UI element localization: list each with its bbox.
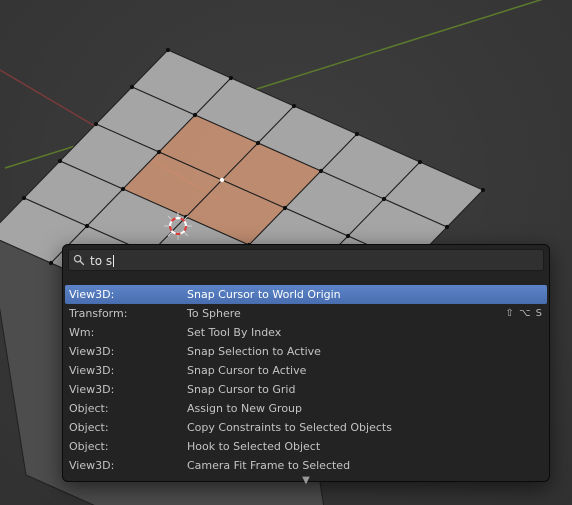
result-category: View3D: bbox=[69, 364, 187, 377]
result-row[interactable]: Object:Copy Constraints to Selected Obje… bbox=[65, 418, 547, 437]
result-label: To Sphere bbox=[187, 307, 505, 320]
result-label: Snap Cursor to Active bbox=[187, 364, 543, 377]
search-results: View3D:Snap Cursor to World OriginTransf… bbox=[65, 285, 547, 475]
result-row[interactable]: Transform:To Sphere⇧ ⌥ S bbox=[65, 304, 547, 323]
result-category: Transform: bbox=[69, 307, 187, 320]
chevron-down-icon: ▼ bbox=[302, 475, 310, 486]
result-label: Camera Fit Frame to Selected bbox=[187, 459, 543, 472]
result-label: Copy Constraints to Selected Objects bbox=[187, 421, 543, 434]
result-row[interactable]: Object:Hook to Selected Object bbox=[65, 437, 547, 456]
result-label: Snap Cursor to Grid bbox=[187, 383, 543, 396]
operator-search-panel: to s View3D:Snap Cursor to World OriginT… bbox=[62, 244, 550, 482]
result-row[interactable]: View3D:Snap Cursor to Active bbox=[65, 361, 547, 380]
result-category: View3D: bbox=[69, 383, 187, 396]
search-value: to s bbox=[90, 250, 114, 270]
result-category: Object: bbox=[69, 402, 187, 415]
result-category: Object: bbox=[69, 421, 187, 434]
result-category: View3D: bbox=[69, 288, 187, 301]
result-row[interactable]: View3D:Snap Cursor to Grid bbox=[65, 380, 547, 399]
result-label: Snap Selection to Active bbox=[187, 345, 543, 358]
result-row[interactable]: View3D:Camera Fit Frame to Selected bbox=[65, 456, 547, 475]
result-label: Set Tool By Index bbox=[187, 326, 543, 339]
result-category: Object: bbox=[69, 440, 187, 453]
result-row[interactable]: View3D:Snap Selection to Active bbox=[65, 342, 547, 361]
result-category: View3D: bbox=[69, 459, 187, 472]
result-label: Snap Cursor to World Origin bbox=[187, 288, 543, 301]
search-field[interactable]: to s bbox=[68, 249, 544, 271]
search-icon bbox=[73, 254, 85, 266]
result-row[interactable]: Wm:Set Tool By Index bbox=[65, 323, 547, 342]
result-category: View3D: bbox=[69, 345, 187, 358]
result-row[interactable]: View3D:Snap Cursor to World Origin bbox=[65, 285, 547, 304]
more-indicator: ▼ bbox=[63, 476, 549, 486]
text-caret bbox=[113, 255, 114, 267]
result-label: Assign to New Group bbox=[187, 402, 543, 415]
result-row[interactable]: Object:Assign to New Group bbox=[65, 399, 547, 418]
result-label: Hook to Selected Object bbox=[187, 440, 543, 453]
result-category: Wm: bbox=[69, 326, 187, 339]
result-shortcut: ⇧ ⌥ S bbox=[505, 308, 543, 319]
